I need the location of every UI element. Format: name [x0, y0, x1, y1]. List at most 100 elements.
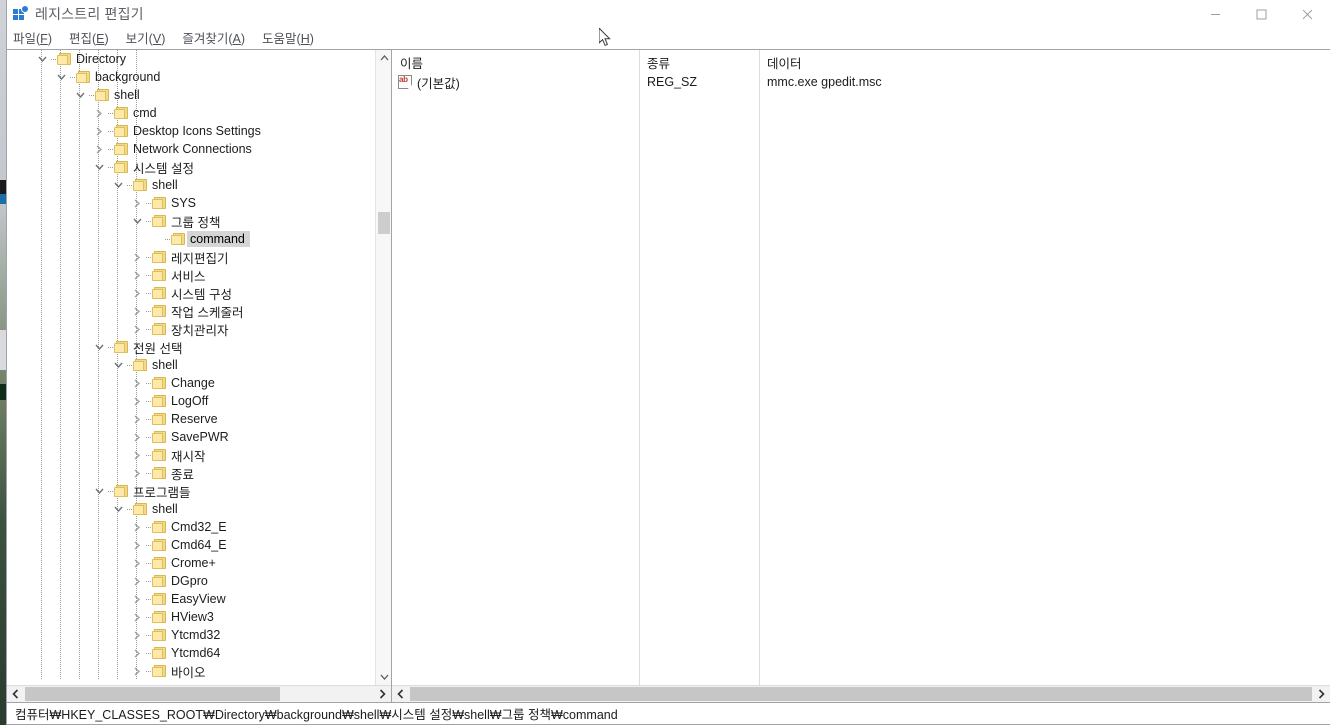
tree-node-dgpro[interactable]: DGpro — [7, 572, 377, 590]
tree-node-change[interactable]: Change — [7, 374, 377, 392]
menu-item-5[interactable]: 도움말(H) — [262, 29, 322, 49]
chevron-right-icon[interactable] — [129, 374, 145, 392]
chevron-right-icon[interactable] — [129, 464, 145, 482]
tree-node-desktop-icons-settings[interactable]: Desktop Icons Settings — [7, 122, 377, 140]
tree-node-시스템-구성[interactable]: 시스템 구성 — [7, 284, 377, 302]
chevron-right-icon[interactable] — [129, 608, 145, 626]
tree-connector — [107, 140, 114, 158]
tree-node-background[interactable]: background — [7, 68, 377, 86]
chevron-down-icon[interactable] — [91, 158, 107, 176]
chevron-right-icon[interactable] — [129, 662, 145, 680]
chevron-down-icon[interactable] — [110, 176, 126, 194]
tree-node-cmd32_e[interactable]: Cmd32_E — [7, 518, 377, 536]
chevron-down-icon[interactable] — [110, 500, 126, 518]
tree-node-reserve[interactable]: Reserve — [7, 410, 377, 428]
chevron-right-icon[interactable] — [129, 320, 145, 338]
chevron-right-icon[interactable] — [129, 626, 145, 644]
tree-node-바이오[interactable]: 바이오 — [7, 662, 377, 680]
scroll-left-icon[interactable] — [7, 686, 24, 702]
tree-node-장치관리자[interactable]: 장치관리자 — [7, 320, 377, 338]
tree-hscroll-thumb[interactable] — [25, 687, 280, 701]
title-bar[interactable]: 레지스트리 편집기 — [7, 0, 1330, 29]
chevron-right-icon[interactable] — [129, 194, 145, 212]
chevron-down-icon[interactable] — [53, 68, 69, 86]
tree-node-프로그램들[interactable]: 프로그램들 — [7, 482, 377, 500]
chevron-right-icon[interactable] — [129, 428, 145, 446]
tree-node-서비스[interactable]: 서비스 — [7, 266, 377, 284]
scroll-right-icon[interactable] — [1313, 686, 1330, 702]
chevron-down-icon[interactable] — [129, 212, 145, 230]
chevron-right-icon[interactable] — [129, 554, 145, 572]
chevron-right-icon[interactable] — [91, 122, 107, 140]
column-header-type[interactable]: 종류 — [639, 50, 759, 71]
tree-node-command[interactable]: command — [7, 230, 377, 248]
folder-icon — [152, 539, 166, 551]
chevron-right-icon[interactable] — [129, 446, 145, 464]
tree-node-sys[interactable]: SYS — [7, 194, 377, 212]
tree-node-crome+[interactable]: Crome+ — [7, 554, 377, 572]
tree-node-재시작[interactable]: 재시작 — [7, 446, 377, 464]
chevron-right-icon[interactable] — [129, 644, 145, 662]
tree-node-shell[interactable]: shell — [7, 356, 377, 374]
tree-horizontal-scrollbar[interactable] — [7, 685, 391, 702]
tree-node-network-connections[interactable]: Network Connections — [7, 140, 377, 158]
chevron-down-icon[interactable] — [72, 86, 88, 104]
tree-node-종료[interactable]: 종료 — [7, 464, 377, 482]
tree-node-시스템-설정[interactable]: 시스템 설정 — [7, 158, 377, 176]
chevron-right-icon[interactable] — [129, 266, 145, 284]
tree-scroll-area[interactable]: Directory background shell cmd Desktop Icons… — [7, 50, 391, 685]
chevron-right-icon[interactable] — [129, 284, 145, 302]
value-list-body[interactable]: ab (기본값) REG_SZ mmc.exe gpedit.msc — [392, 71, 1330, 685]
tree-node-easyview[interactable]: EasyView — [7, 590, 377, 608]
tree-node-shell[interactable]: shell — [7, 176, 377, 194]
chevron-down-icon[interactable] — [110, 356, 126, 374]
column-header-data[interactable]: 데이터 — [759, 50, 1330, 71]
menu-item-4[interactable]: 즐겨찾기(A) — [182, 29, 253, 49]
chevron-right-icon[interactable] — [91, 140, 107, 158]
tree-vertical-scrollbar[interactable] — [375, 50, 391, 685]
list-horizontal-scrollbar[interactable] — [392, 685, 1330, 702]
chevron-right-icon[interactable] — [129, 302, 145, 320]
chevron-right-icon[interactable] — [129, 410, 145, 428]
chevron-right-icon[interactable] — [129, 392, 145, 410]
menu-item-3[interactable]: 보기(V) — [126, 29, 174, 49]
column-header-name[interactable]: 이름 — [392, 50, 639, 71]
scroll-up-icon[interactable] — [376, 50, 391, 66]
chevron-down-icon[interactable] — [91, 482, 107, 500]
tree-scroll-thumb[interactable] — [378, 212, 390, 234]
scroll-left-icon[interactable] — [392, 686, 409, 702]
tree-node-logoff[interactable]: LogOff — [7, 392, 377, 410]
chevron-right-icon[interactable] — [129, 248, 145, 266]
chevron-right-icon[interactable] — [129, 590, 145, 608]
tree-node-shell[interactable]: shell — [7, 86, 377, 104]
folder-icon — [152, 197, 166, 209]
tree-node-작업-스케줄러[interactable]: 작업 스케줄러 — [7, 302, 377, 320]
scroll-right-icon[interactable] — [374, 686, 391, 702]
chevron-right-icon[interactable] — [91, 104, 107, 122]
tree-node-hview3[interactable]: HView3 — [7, 608, 377, 626]
chevron-right-icon[interactable] — [129, 572, 145, 590]
maximize-icon[interactable] — [1238, 0, 1284, 29]
chevron-right-icon[interactable] — [129, 536, 145, 554]
tree-node-savepwr[interactable]: SavePWR — [7, 428, 377, 446]
tree-node-directory[interactable]: Directory — [7, 50, 377, 68]
table-row[interactable]: ab (기본값) REG_SZ mmc.exe gpedit.msc — [392, 71, 1330, 93]
close-icon[interactable] — [1284, 0, 1330, 29]
menu-item-2[interactable]: 편집(E) — [69, 29, 117, 49]
menu-item-1[interactable]: 파일(F) — [13, 29, 60, 49]
chevron-down-icon[interactable] — [91, 338, 107, 356]
chevron-right-icon[interactable] — [129, 518, 145, 536]
tree-node-전원-선택[interactable]: 전원 선택 — [7, 338, 377, 356]
tree-node-ytcmd64[interactable]: Ytcmd64 — [7, 644, 377, 662]
tree-node-그룹-정책[interactable]: 그룹 정책 — [7, 212, 377, 230]
tree-node-shell[interactable]: shell — [7, 500, 377, 518]
scroll-down-icon[interactable] — [376, 669, 391, 685]
list-hscroll-thumb[interactable] — [410, 687, 1312, 701]
tree-connector — [145, 194, 152, 212]
tree-node-cmd[interactable]: cmd — [7, 104, 377, 122]
tree-node-cmd64_e[interactable]: Cmd64_E — [7, 536, 377, 554]
minimize-icon[interactable] — [1192, 0, 1238, 29]
tree-node-레지편집기[interactable]: 레지편집기 — [7, 248, 377, 266]
tree-node-ytcmd32[interactable]: Ytcmd32 — [7, 626, 377, 644]
chevron-down-icon[interactable] — [34, 50, 50, 68]
